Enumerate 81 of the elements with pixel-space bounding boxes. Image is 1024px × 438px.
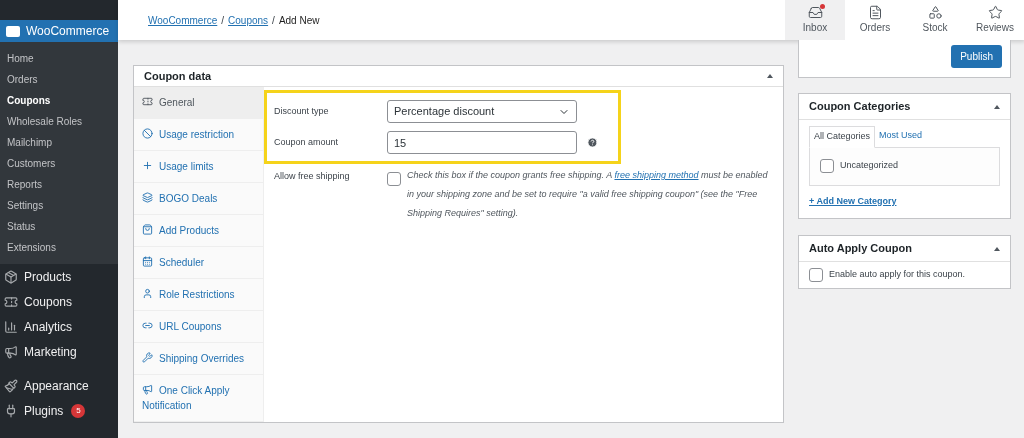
breadcrumb-current: Add New bbox=[278, 13, 320, 28]
coupon-tab[interactable]: Scheduler bbox=[134, 247, 263, 279]
sidebar-menu-item[interactable]: WooCommerce bbox=[0, 20, 118, 42]
submenu-item[interactable]: Status bbox=[0, 216, 118, 237]
coupon-tab[interactable]: Usage limits bbox=[134, 151, 263, 183]
calendar-icon bbox=[142, 256, 153, 267]
document-icon bbox=[867, 5, 883, 20]
submenu-item[interactable]: Coupons bbox=[0, 90, 118, 111]
logo-icon bbox=[6, 25, 20, 37]
breadcrumb-link[interactable]: WooCommerce bbox=[148, 12, 218, 28]
free-shipping-description: Check this box if the coupon grants free shipping. A free shipping method must be enabled in your shipping zone and be set to require "a valid free shipping coupon" (see the "Free Shipping Requires" setting). bbox=[407, 169, 769, 220]
field-label: Coupon amount bbox=[274, 135, 340, 149]
free-shipping-method-link[interactable]: free shipping method bbox=[614, 170, 699, 180]
coupon-tab[interactable]: One Click Apply Notification bbox=[134, 375, 263, 422]
sidebar-menu-item[interactable]: Appearance bbox=[0, 373, 118, 398]
breadcrumb-separator: / bbox=[272, 13, 275, 28]
activity-tab[interactable]: Orders bbox=[845, 0, 905, 40]
submenu-item[interactable]: Home bbox=[0, 48, 118, 69]
category-label: Uncategorized bbox=[840, 159, 899, 173]
sidebar-menu-item[interactable]: Marketing bbox=[0, 339, 118, 364]
collapse-arrow-icon[interactable] bbox=[994, 104, 1000, 109]
sidebar-menu-item[interactable]: Coupons bbox=[0, 289, 118, 314]
bag-icon bbox=[142, 224, 153, 235]
submenu-item[interactable]: Customers bbox=[0, 153, 118, 174]
submenu-item[interactable]: Reports bbox=[0, 174, 118, 195]
coupon-tab[interactable]: Add Products bbox=[134, 215, 263, 247]
star-icon bbox=[987, 5, 1003, 20]
activity-tab[interactable]: Inbox bbox=[785, 0, 845, 40]
field-label: Discount type bbox=[274, 104, 330, 118]
coupon-tab[interactable]: BOGO Deals bbox=[134, 183, 263, 215]
person-icon bbox=[142, 288, 153, 299]
plus-icon bbox=[142, 160, 153, 171]
breadcrumb-separator: / bbox=[221, 13, 225, 28]
sidebar-menu-item[interactable]: Products bbox=[0, 264, 118, 289]
coupon-amount-field[interactable]: 15 bbox=[387, 131, 577, 154]
submenu-item[interactable]: Wholesale Roles bbox=[0, 111, 118, 132]
auto-apply-label: Enable auto apply for this coupon. bbox=[829, 268, 966, 282]
activity-tab[interactable]: Reviews bbox=[965, 0, 1024, 40]
coupon-tab[interactable]: URL Coupons bbox=[134, 311, 263, 343]
link-icon bbox=[142, 320, 153, 331]
panel-title: Coupon Categories bbox=[809, 99, 911, 115]
collapse-arrow-icon[interactable] bbox=[994, 246, 1000, 251]
submenu-item[interactable]: Settings bbox=[0, 195, 118, 216]
megaphone-icon bbox=[142, 384, 153, 395]
category-tab[interactable]: All Categories bbox=[809, 126, 876, 148]
bar-chart-icon bbox=[4, 319, 18, 334]
category-tab[interactable]: Most Used bbox=[875, 126, 927, 147]
inbox-icon bbox=[807, 5, 823, 20]
coupon-tab[interactable]: Usage restriction bbox=[134, 119, 263, 151]
ban-icon bbox=[142, 128, 153, 139]
count-badge: 5 bbox=[71, 403, 86, 418]
megaphone-icon bbox=[4, 344, 18, 359]
shapes-icon bbox=[927, 5, 943, 20]
layers-icon bbox=[142, 192, 153, 203]
ticket-icon bbox=[4, 294, 18, 309]
field-label: Allow free shipping bbox=[274, 170, 351, 183]
panel-title: Coupon data bbox=[144, 68, 212, 84]
add-category-link[interactable]: + Add New Category bbox=[809, 194, 1000, 208]
coupon-tab[interactable]: General bbox=[134, 87, 263, 119]
coupon-tab[interactable]: Shipping Overrides bbox=[134, 343, 263, 375]
help-icon[interactable] bbox=[587, 137, 598, 148]
paintbrush-icon bbox=[4, 378, 18, 393]
discount-type-select[interactable]: Percentage discount bbox=[387, 100, 577, 123]
breadcrumb-link[interactable]: Coupons bbox=[228, 12, 269, 28]
submenu-item[interactable]: Mailchimp bbox=[0, 132, 118, 153]
publish-button[interactable]: Publish bbox=[951, 45, 1002, 68]
box-icon bbox=[4, 269, 18, 284]
checkbox[interactable] bbox=[809, 268, 823, 282]
wrench-icon bbox=[142, 352, 153, 363]
panel-title: Auto Apply Coupon bbox=[809, 241, 912, 257]
ticket-icon bbox=[142, 96, 153, 107]
checkbox[interactable] bbox=[820, 159, 834, 173]
submenu-item[interactable]: Extensions bbox=[0, 237, 118, 258]
sidebar-menu-item[interactable]: Analytics bbox=[0, 314, 118, 339]
plug-icon bbox=[4, 403, 18, 418]
sidebar-menu-item[interactable]: Plugins 5 bbox=[0, 398, 118, 423]
collapse-arrow-icon[interactable] bbox=[767, 74, 773, 78]
coupon-tab[interactable]: Role Restrictions bbox=[134, 279, 263, 311]
activity-tab[interactable]: Stock bbox=[905, 0, 965, 40]
submenu-item[interactable]: Orders bbox=[0, 69, 118, 90]
checkbox[interactable] bbox=[387, 172, 401, 186]
